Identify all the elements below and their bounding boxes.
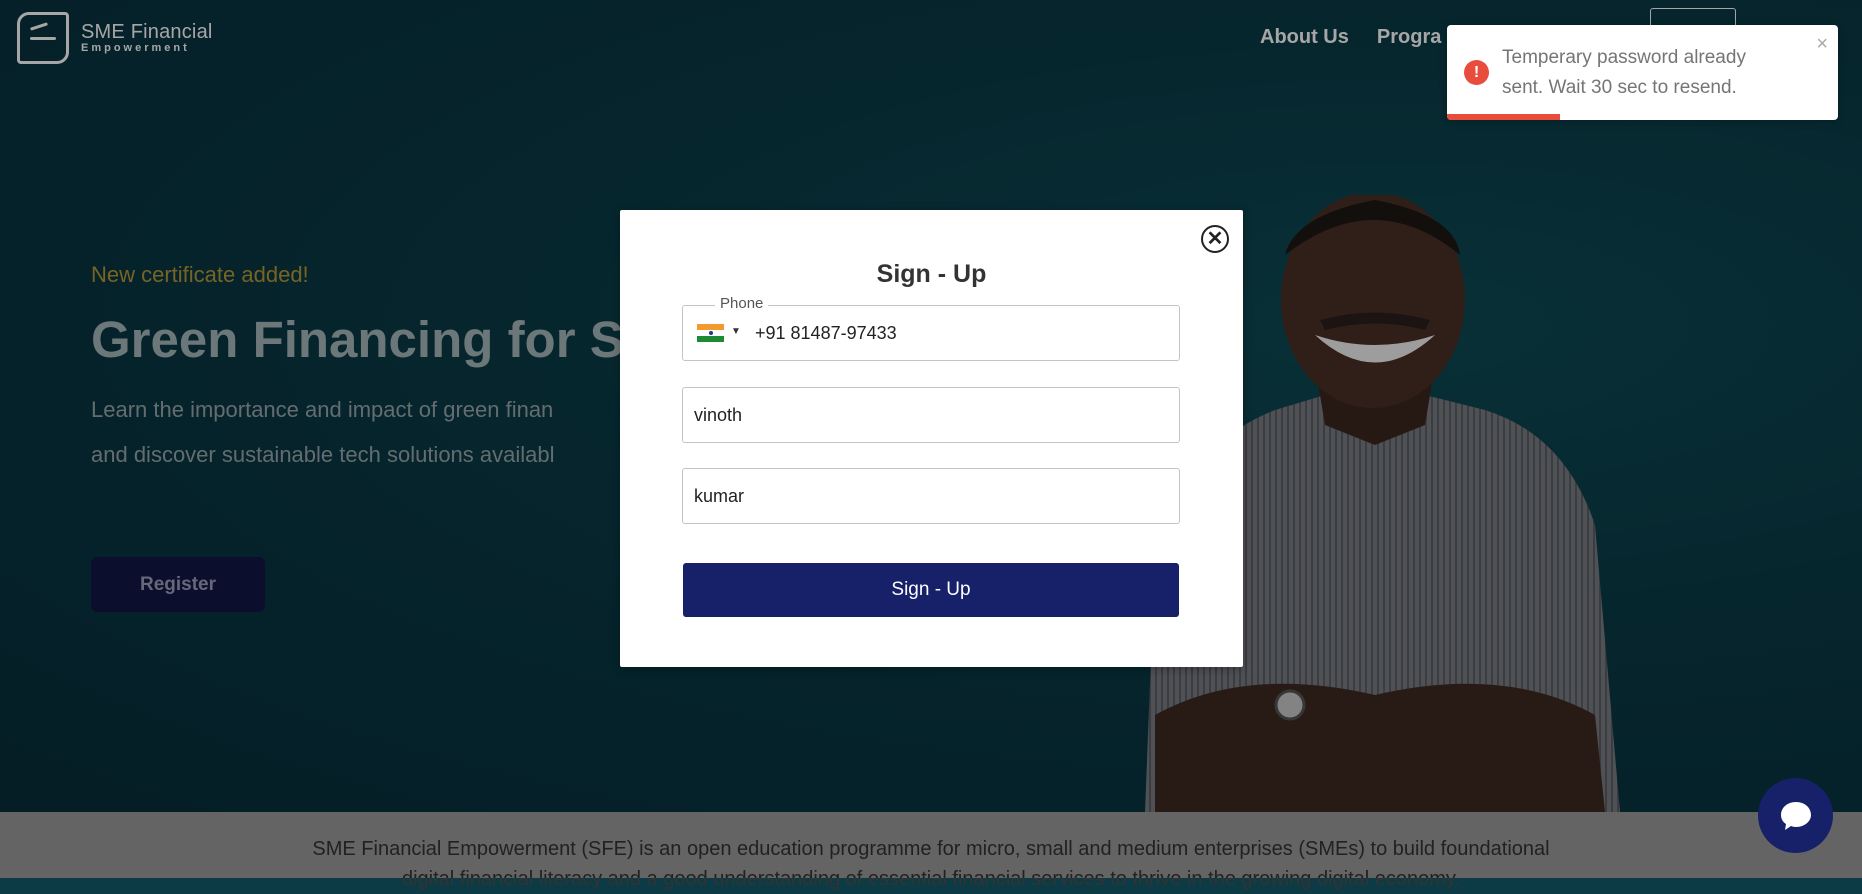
toast-message: Temperary password already sent. Wait 30… (1502, 47, 1746, 98)
chat-icon (1780, 801, 1811, 830)
chevron-down-icon[interactable]: ▼ (731, 326, 741, 337)
first-name-value[interactable]: vinoth (694, 388, 742, 442)
phone-value[interactable]: +91 81487-97433 (755, 306, 897, 360)
india-flag-icon[interactable] (697, 324, 724, 342)
signup-submit-button[interactable]: Sign - Up (683, 563, 1179, 617)
error-toast: ! Temperary password already sent. Wait … (1447, 25, 1838, 120)
chat-button[interactable] (1758, 778, 1833, 853)
phone-field[interactable]: Phone ▼ +91 81487-97433 (682, 295, 1180, 361)
last-name-field[interactable]: kumar (682, 468, 1180, 524)
toast-progress-bar (1447, 114, 1561, 120)
modal-title: Sign - Up (876, 260, 987, 288)
first-name-field[interactable]: vinoth (682, 387, 1180, 443)
error-icon: ! (1464, 60, 1489, 85)
close-icon[interactable]: × (1816, 33, 1828, 56)
last-name-value[interactable]: kumar (694, 469, 744, 523)
close-icon[interactable]: ✕ (1201, 225, 1229, 253)
signup-modal: ✕ Sign - Up Phone ▼ +91 81487-97433 vino… (620, 210, 1243, 667)
